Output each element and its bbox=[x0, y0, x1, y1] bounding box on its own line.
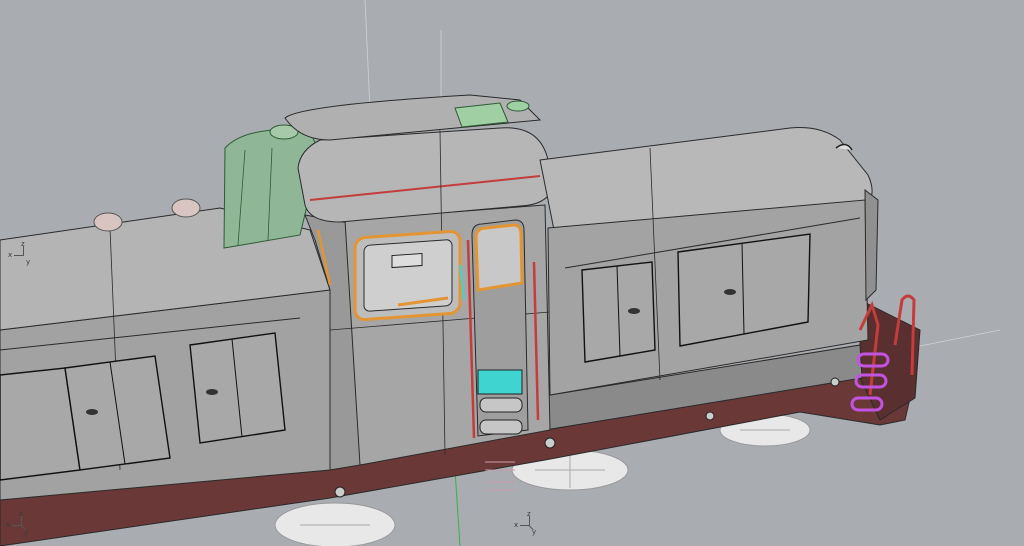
door-step bbox=[479, 397, 523, 413]
control-panel bbox=[391, 252, 423, 269]
axis-label-x: x bbox=[514, 521, 519, 529]
door-handle bbox=[724, 289, 736, 295]
axis-gizmo-icon: x y z bbox=[6, 510, 34, 538]
axis-gizmo-icon: x y z bbox=[514, 510, 542, 538]
horn-left bbox=[93, 212, 123, 232]
axis-line bbox=[23, 246, 24, 256]
chassis-hole bbox=[544, 437, 556, 449]
long-hood bbox=[0, 198, 331, 501]
axis-label-x: x bbox=[8, 251, 13, 259]
door-handle bbox=[206, 389, 218, 395]
axis-label-x: x bbox=[6, 521, 11, 529]
door-handle bbox=[628, 308, 640, 314]
world-z-axis bbox=[364, 0, 371, 111]
short-hood-front bbox=[864, 188, 879, 302]
cab-door-window[interactable] bbox=[474, 223, 524, 292]
door-step bbox=[479, 419, 523, 435]
door-step-cyan bbox=[477, 369, 523, 395]
world-y-axis-lower bbox=[454, 469, 461, 546]
door-handle bbox=[86, 409, 98, 415]
roof-vent-cap bbox=[506, 100, 530, 112]
locomotive-model-scene[interactable] bbox=[0, 0, 1024, 546]
rhino-perspective-viewport[interactable]: x y z x y z x y z bbox=[0, 0, 1024, 546]
horn-right bbox=[171, 198, 201, 218]
chassis-hole bbox=[830, 377, 840, 387]
axis-label-y: y bbox=[26, 258, 31, 266]
chassis-hole bbox=[705, 411, 715, 421]
axis-gizmo-icon: x y z bbox=[8, 240, 36, 268]
chassis-hole bbox=[334, 486, 346, 498]
